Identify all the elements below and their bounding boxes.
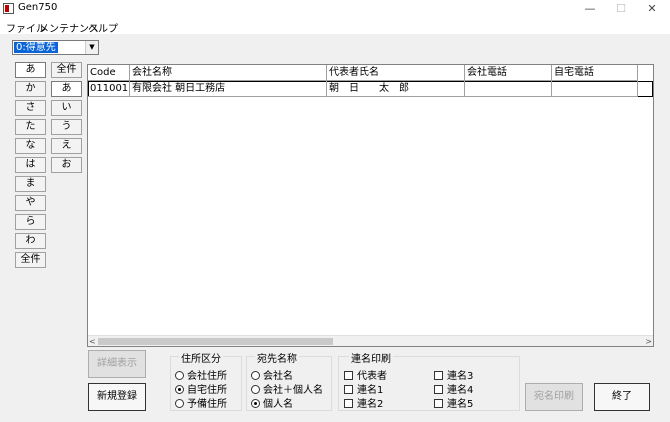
- new-register-button[interactable]: 新規登録: [88, 383, 146, 411]
- check-joint-3[interactable]: 連名3: [434, 367, 473, 382]
- radio-icon[interactable]: [175, 399, 184, 408]
- kana-sub-button-i[interactable]: い: [51, 100, 82, 116]
- cell-company-phone: [465, 81, 552, 97]
- check-representative[interactable]: 代表者: [344, 367, 387, 382]
- checkbox-icon[interactable]: [344, 371, 353, 380]
- radio-label: 予備住所: [187, 399, 227, 410]
- radio-company-name[interactable]: 会社名: [251, 367, 293, 382]
- checkbox-icon[interactable]: [434, 399, 443, 408]
- scroll-right-icon[interactable]: >: [645, 336, 652, 347]
- addressee-name-title: 宛先名称: [255, 350, 299, 365]
- table-row[interactable]: 011001 有限会社 朝日工務店 朝 日 太 郎: [88, 81, 653, 97]
- address-type-title: 住所区分: [179, 350, 223, 365]
- chevron-down-icon[interactable]: ▼: [85, 41, 98, 54]
- kana-button-a[interactable]: あ: [15, 62, 46, 78]
- kana-button-ta[interactable]: た: [15, 119, 46, 135]
- cell-representative: 朝 日 太 郎: [327, 81, 465, 97]
- app-icon: [3, 3, 14, 14]
- radio-company-plus-person[interactable]: 会社＋個人名: [251, 381, 323, 396]
- joint-print-title: 連名印刷: [349, 350, 393, 365]
- horizontal-scrollbar[interactable]: < >: [88, 335, 653, 346]
- column-header-company[interactable]: 会社名称: [130, 65, 327, 81]
- radio-selected-icon[interactable]: [251, 399, 260, 408]
- kana-button-ka[interactable]: か: [15, 81, 46, 97]
- radio-company-address[interactable]: 会社住所: [175, 367, 227, 382]
- column-header-code[interactable]: Code: [88, 65, 130, 81]
- customer-type-value: 0:得意先: [14, 42, 58, 53]
- checkbox-icon[interactable]: [434, 385, 443, 394]
- radio-home-address[interactable]: 自宅住所: [175, 381, 227, 396]
- checkbox-icon[interactable]: [344, 399, 353, 408]
- check-joint-5[interactable]: 連名5: [434, 395, 473, 410]
- kana-button-sa[interactable]: さ: [15, 100, 46, 116]
- kana-button-ma[interactable]: ま: [15, 176, 46, 192]
- addressee-name-group: 宛先名称 会社名 会社＋個人名 個人名: [246, 350, 332, 411]
- kana-sub-button-u[interactable]: う: [51, 119, 82, 135]
- kana-sub-button-e[interactable]: え: [51, 138, 82, 154]
- menu-bar: ファイル メンテナンス ヘルプ: [0, 18, 670, 35]
- kana-button-ha[interactable]: は: [15, 157, 46, 173]
- kana-button-na[interactable]: な: [15, 138, 46, 154]
- checkbox-label: 連名2: [357, 399, 384, 410]
- cell-code: 011001: [88, 81, 130, 97]
- column-header-representative[interactable]: 代表者氏名: [327, 65, 465, 81]
- radio-selected-icon[interactable]: [175, 385, 184, 394]
- scroll-left-icon[interactable]: <: [89, 336, 96, 347]
- kana-sub-button-a[interactable]: あ: [51, 81, 82, 97]
- kana-button-ya[interactable]: や: [15, 195, 46, 211]
- kana-sub-button-o[interactable]: お: [51, 157, 82, 173]
- radio-spare-address[interactable]: 予備住所: [175, 395, 227, 410]
- maximize-button[interactable]: ☐: [606, 0, 636, 18]
- kana-button-ra[interactable]: ら: [15, 214, 46, 230]
- customer-type-select[interactable]: 0:得意先 ▼: [12, 40, 99, 55]
- kana-button-wa[interactable]: わ: [15, 233, 46, 249]
- details-button[interactable]: 詳細表示: [88, 350, 146, 378]
- radio-icon[interactable]: [175, 371, 184, 380]
- grid-header: Code 会社名称 代表者氏名 会社電話 自宅電話: [88, 65, 653, 81]
- kana-button-all[interactable]: 全件: [15, 252, 46, 268]
- checkbox-icon[interactable]: [434, 371, 443, 380]
- scrollbar-thumb[interactable]: [98, 338, 333, 345]
- address-type-group: 住所区分 会社住所 自宅住所 予備住所: [170, 350, 242, 411]
- checkbox-label: 連名5: [447, 399, 474, 410]
- radio-icon[interactable]: [251, 385, 260, 394]
- close-button[interactable]: ✕: [637, 0, 667, 18]
- column-header-home-phone[interactable]: 自宅電話: [552, 65, 638, 81]
- cell-home-phone: [552, 81, 638, 97]
- customer-grid[interactable]: Code 会社名称 代表者氏名 会社電話 自宅電話 011001 有限会社 朝日…: [87, 64, 654, 347]
- check-joint-1[interactable]: 連名1: [344, 381, 383, 396]
- exit-button[interactable]: 終了: [594, 383, 650, 411]
- joint-print-group: 連名印刷 代表者 連名1 連名2 連名3 連名4 連名5: [338, 350, 520, 411]
- window-title: Gen750: [18, 2, 58, 13]
- checkbox-icon[interactable]: [344, 385, 353, 394]
- print-label-button[interactable]: 宛名印刷: [525, 383, 583, 411]
- check-joint-2[interactable]: 連名2: [344, 395, 383, 410]
- radio-icon[interactable]: [251, 371, 260, 380]
- kana-sub-button-all[interactable]: 全件: [51, 62, 82, 78]
- title-bar: Gen750 — ☐ ✕: [0, 0, 670, 18]
- radio-person-name[interactable]: 個人名: [251, 395, 293, 410]
- radio-label: 個人名: [263, 399, 293, 410]
- minimize-button[interactable]: —: [575, 0, 605, 18]
- cell-company: 有限会社 朝日工務店: [130, 81, 327, 97]
- check-joint-4[interactable]: 連名4: [434, 381, 473, 396]
- column-header-company-phone[interactable]: 会社電話: [465, 65, 552, 81]
- menu-help[interactable]: ヘルプ: [88, 20, 118, 35]
